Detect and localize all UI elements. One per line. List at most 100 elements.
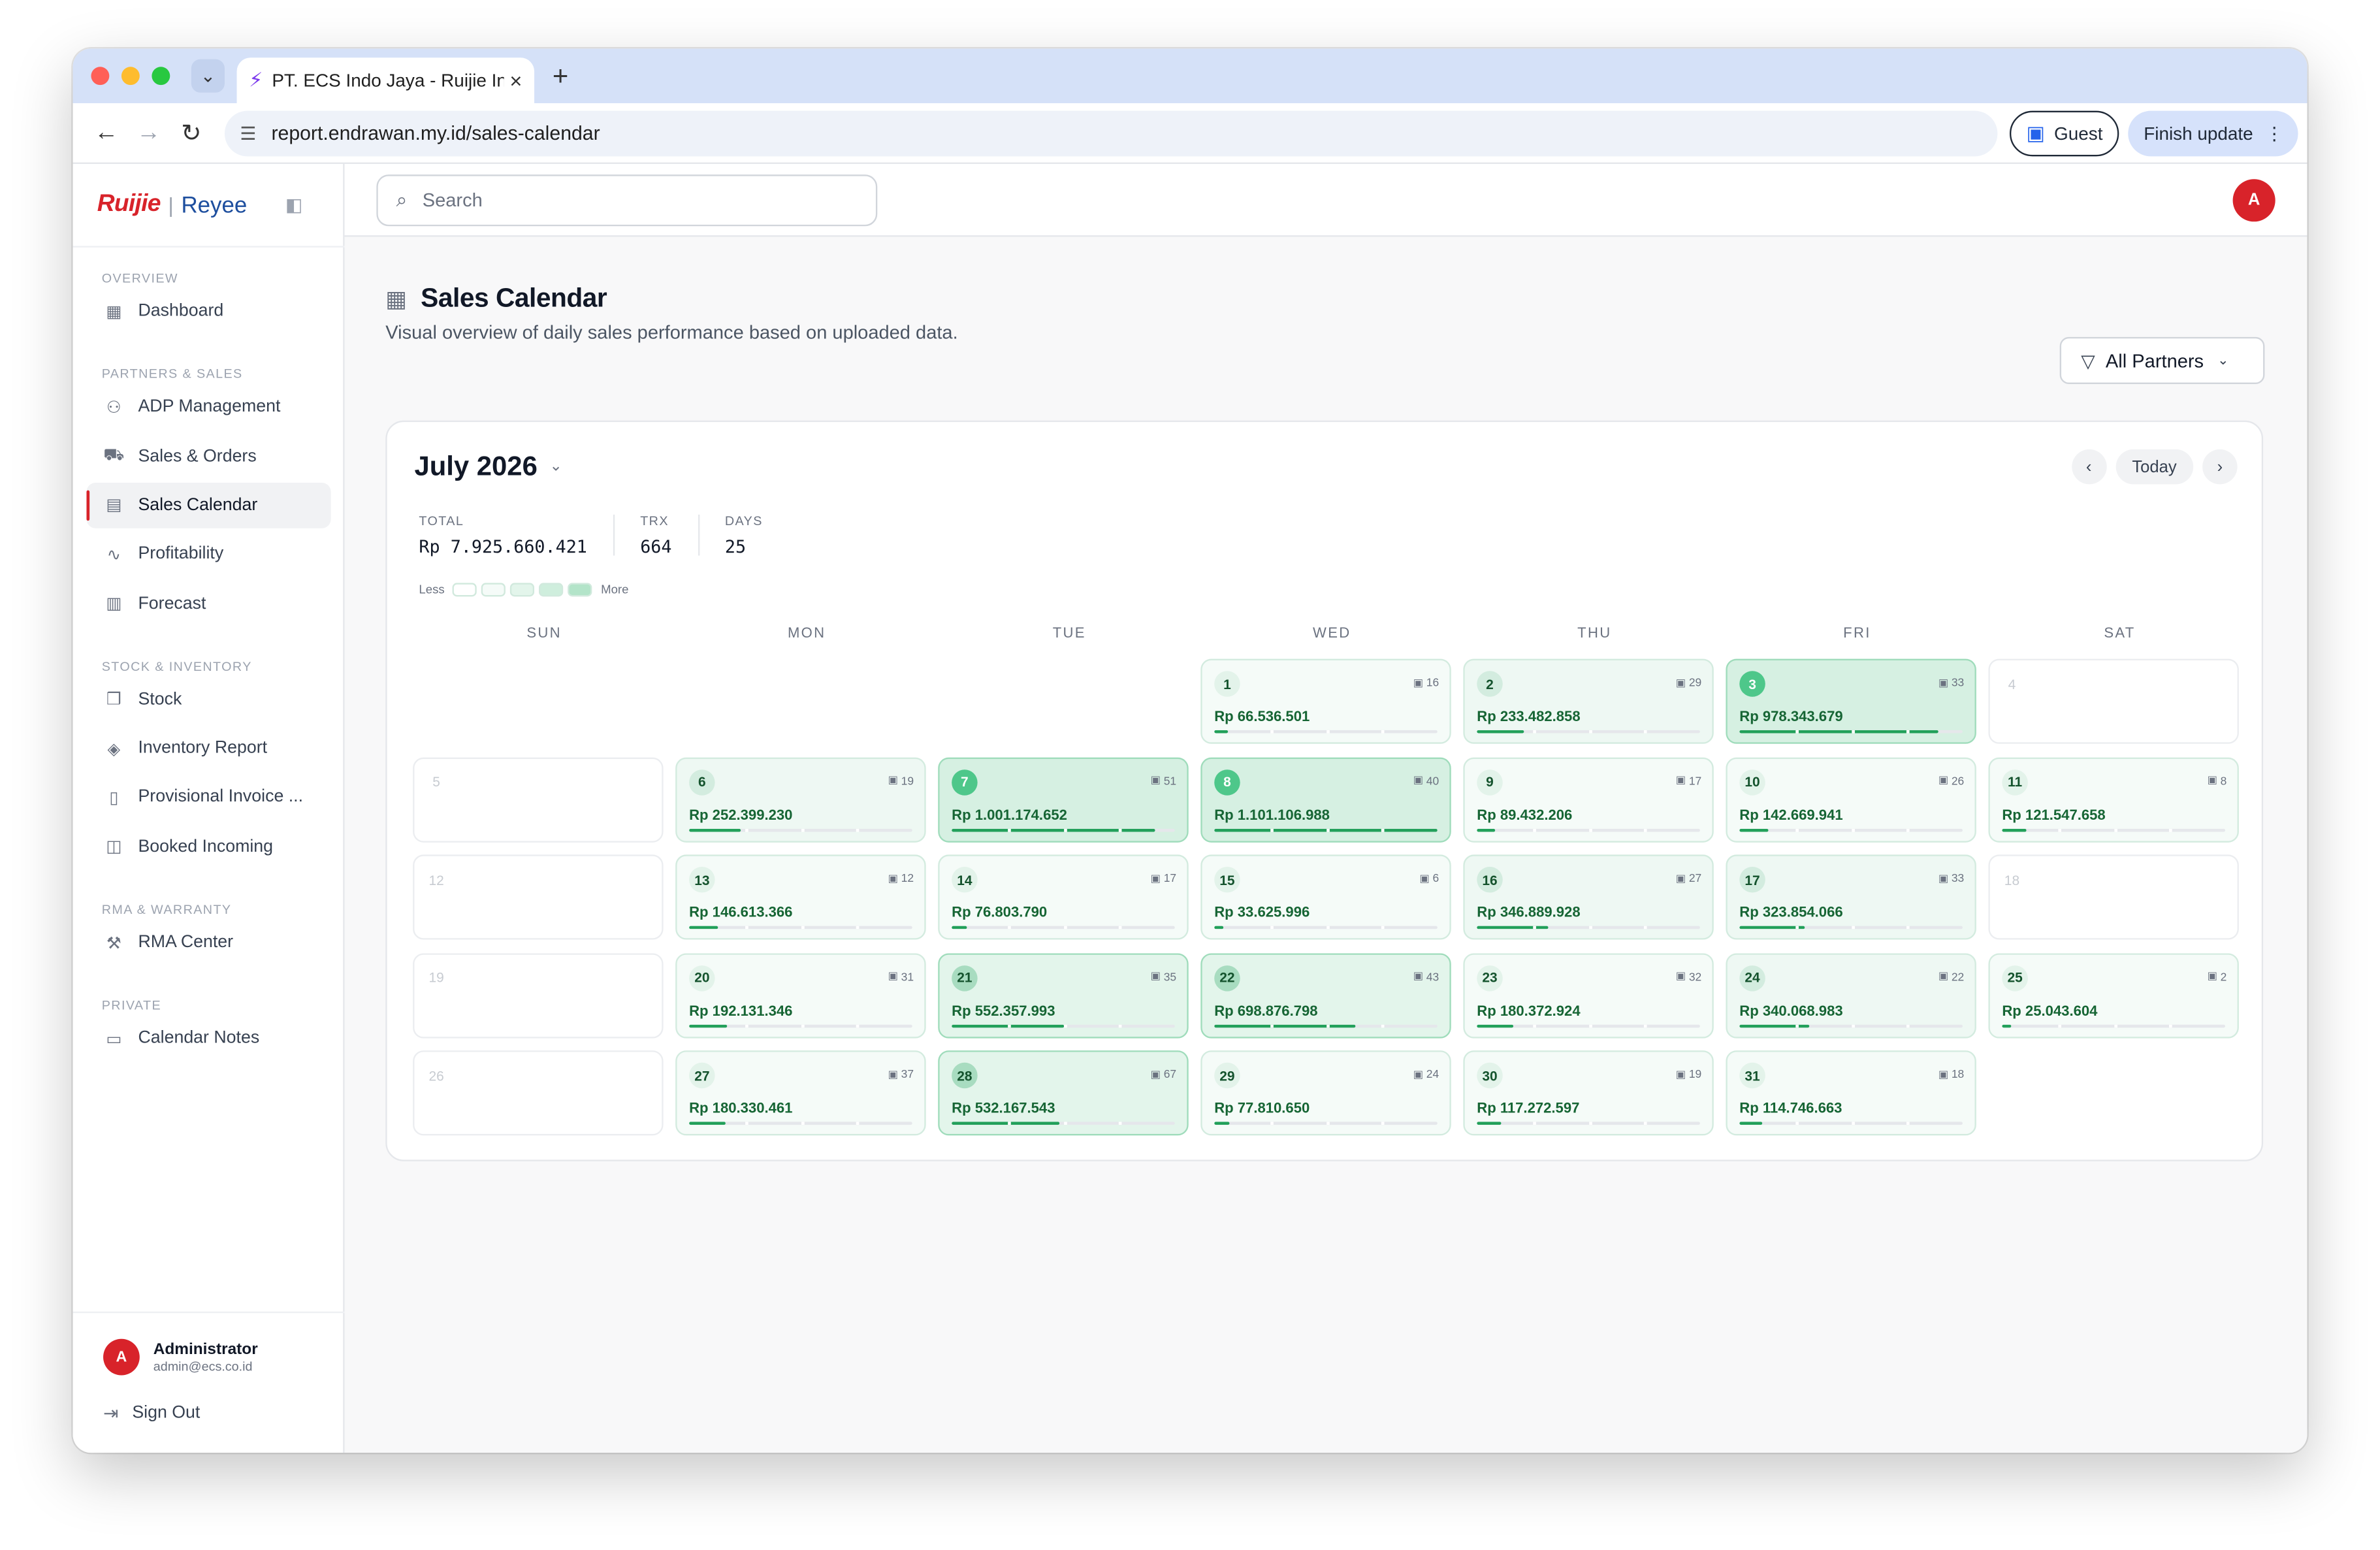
profile-button[interactable]: ▣ Guest xyxy=(2009,110,2120,156)
plus-icon: + xyxy=(552,59,569,91)
calendar-day-cell[interactable]: 11 ▣ 8 Rp 121.547.658 xyxy=(1988,756,2239,842)
site-settings-icon[interactable]: ☰ xyxy=(240,122,256,144)
sales-intensity-fill xyxy=(689,1122,725,1125)
transaction-count-value: 24 xyxy=(1426,1067,1439,1081)
sidebar-item-dashboard[interactable]: ▦ Dashboard xyxy=(86,289,330,334)
calendar-day-cell[interactable]: 31 ▣ 18 Rp 114.746.663 xyxy=(1726,1050,1976,1136)
sales-intensity-fill xyxy=(689,828,741,832)
today-button[interactable]: Today xyxy=(2115,449,2194,485)
calendar-day-cell[interactable]: 2 ▣ 29 Rp 233.482.858 xyxy=(1463,658,1714,744)
calendar-day-cell[interactable]: 13 ▣ 12 Rp 146.613.366 xyxy=(675,854,926,940)
sales-intensity-bar xyxy=(1739,828,1963,832)
tab-title: PT. ECS Indo Jaya - Ruijie Inte xyxy=(272,69,504,91)
brand-logo[interactable]: Ruijie | Reyee xyxy=(97,191,248,219)
sidebar-item-forecast[interactable]: ▥ Forecast xyxy=(86,581,330,626)
bar-segment-gap xyxy=(1851,828,1854,832)
calendar-day-cell[interactable]: 28 ▣ 67 Rp 532.167.543 xyxy=(938,1050,1189,1136)
calendar-day-cell[interactable]: 22 ▣ 43 Rp 698.876.798 xyxy=(1200,952,1451,1038)
brand-reyee: Reyee xyxy=(181,191,248,218)
calendar-day-cell[interactable]: 14 ▣ 17 Rp 76.803.790 xyxy=(938,854,1189,940)
finish-update-button[interactable]: Finish update ⋮ xyxy=(2128,110,2299,156)
maximize-window-button[interactable] xyxy=(152,67,170,86)
sidebar-item-inventory-report[interactable]: ◈ Inventory Report xyxy=(86,726,330,771)
month-selector[interactable]: July 2026 ⌄ xyxy=(414,451,562,483)
calendar-day-cell[interactable]: 12 xyxy=(413,854,664,940)
transaction-count: ▣ 17 xyxy=(1151,871,1176,885)
day-number: 13 xyxy=(689,867,715,893)
calendar-day-cell[interactable]: 23 ▣ 32 Rp 180.372.924 xyxy=(1463,952,1714,1038)
calendar-day-cell[interactable]: 24 ▣ 22 Rp 340.068.983 xyxy=(1726,952,1976,1038)
sidebar-item-rma-center[interactable]: ⚒ RMA Center xyxy=(86,920,330,965)
calendar-day-cell[interactable]: 8 ▣ 40 Rp 1.101.106.988 xyxy=(1200,756,1451,842)
calendar-day-cell[interactable]: 29 ▣ 24 Rp 77.810.650 xyxy=(1200,1050,1451,1136)
calendar-day-cell[interactable]: 5 xyxy=(413,756,664,842)
new-tab-button[interactable]: + xyxy=(553,60,568,92)
user-profile[interactable]: A Administrator admin@ecs.co.id xyxy=(103,1338,258,1376)
calendar-day-cell[interactable]: 20 ▣ 31 Rp 192.131.346 xyxy=(675,952,926,1038)
calendar-day-cell[interactable]: 10 ▣ 26 Rp 142.669.941 xyxy=(1726,756,1976,842)
calendar-day-cell[interactable]: 25 ▣ 2 Rp 25.043.604 xyxy=(1988,952,2239,1038)
calendar-day-cell[interactable]: 7 ▣ 51 Rp 1.001.174.652 xyxy=(938,756,1189,842)
calendar-day-cell[interactable]: 30 ▣ 19 Rp 117.272.597 xyxy=(1463,1050,1714,1136)
sidebar-item-provisional-invoice[interactable]: ▯ Provisional Invoice ... xyxy=(86,775,330,820)
calendar-day-cell[interactable]: 26 xyxy=(413,1050,664,1136)
close-tab-icon[interactable]: × xyxy=(509,69,522,93)
calendar-day-cell[interactable]: 21 ▣ 35 Rp 552.357.993 xyxy=(938,952,1189,1038)
bar-segment-gap xyxy=(800,926,804,929)
reload-button[interactable]: ↻ xyxy=(170,118,212,148)
sales-intensity-bar xyxy=(1477,1122,1700,1125)
next-month-button[interactable]: › xyxy=(2202,449,2238,485)
sidebar-item-stock[interactable]: ❒ Stock xyxy=(86,677,330,722)
calendar-day-cell[interactable]: 17 ▣ 33 Rp 323.854.066 xyxy=(1726,854,1976,940)
day-sales-amount: Rp 142.669.941 xyxy=(1739,807,1843,824)
sidebar-item-sales-calendar[interactable]: ▤ Sales Calendar xyxy=(86,482,331,528)
sales-intensity-bar xyxy=(1477,730,1700,734)
sign-out-button[interactable]: ⇥ Sign Out xyxy=(103,1402,200,1424)
back-button[interactable]: ← xyxy=(85,119,127,146)
receipt-icon: ▣ xyxy=(1413,1069,1424,1080)
day-sales-amount: Rp 180.372.924 xyxy=(1477,1003,1581,1020)
calendar-day-cell[interactable]: 9 ▣ 17 Rp 89.432.206 xyxy=(1463,756,1714,842)
receipt-icon: ▣ xyxy=(2207,775,2217,786)
calendar-day-cell[interactable]: 15 ▣ 6 Rp 33.625.996 xyxy=(1200,854,1451,940)
browser-tab[interactable]: ⚡ PT. ECS Indo Jaya - Ruijie Inte × xyxy=(236,57,535,104)
calendar-day-cell[interactable]: 18 xyxy=(1988,854,2239,940)
bar-segment-gap xyxy=(1906,1122,1910,1125)
sidebar-item-booked-incoming[interactable]: ◫ Booked Incoming xyxy=(86,824,330,869)
minimize-window-button[interactable] xyxy=(121,67,140,86)
sidebar-item-profitability[interactable]: ∿ Profitability xyxy=(86,532,330,577)
avatar[interactable]: A xyxy=(2232,179,2275,222)
transaction-count: ▣ 35 xyxy=(1151,969,1176,983)
day-sales-amount: Rp 323.854.066 xyxy=(1739,905,1843,922)
search-input[interactable] xyxy=(422,189,848,212)
sidebar-item-adp-management[interactable]: ⚇ ADP Management xyxy=(86,385,330,430)
sales-intensity-fill xyxy=(1477,730,1524,734)
tab-search-button[interactable]: ⌄ xyxy=(191,59,225,93)
weekday-label: TUE xyxy=(1052,625,1086,643)
legend-swatch xyxy=(567,583,592,597)
calendar-day-cell[interactable]: 27 ▣ 37 Rp 180.330.461 xyxy=(675,1050,926,1136)
previous-month-button[interactable]: ‹ xyxy=(2071,449,2106,485)
collapse-sidebar-icon[interactable]: ◧ xyxy=(285,194,302,216)
calendar-day-cell[interactable]: 19 xyxy=(413,952,664,1038)
sidebar-item-calendar-notes[interactable]: ▭ Calendar Notes xyxy=(86,1016,330,1061)
day-number: 21 xyxy=(952,964,978,991)
search-box[interactable]: ⌕ xyxy=(376,174,878,227)
calendar-day-cell[interactable]: 6 ▣ 19 Rp 252.399.230 xyxy=(675,756,926,842)
lightning-icon: ⚡ xyxy=(249,68,263,91)
bar-segment-gap xyxy=(1270,828,1274,832)
forward-button[interactable]: → xyxy=(127,119,170,146)
wrench-icon: ⚒ xyxy=(106,934,121,953)
day-sales-amount: Rp 114.746.663 xyxy=(1739,1100,1842,1118)
calendar-day-cell[interactable]: 16 ▣ 27 Rp 346.889.928 xyxy=(1463,854,1714,940)
sidebar-item-sales-orders[interactable]: ⛟ Sales & Orders xyxy=(86,434,330,479)
calendar-day-cell[interactable]: 4 xyxy=(1988,658,2239,744)
calendar-day-cell[interactable]: 1 ▣ 16 Rp 66.536.501 xyxy=(1200,658,1451,744)
close-window-button[interactable] xyxy=(91,67,110,86)
partner-filter-dropdown[interactable]: ▽ All Partners ⌄ xyxy=(2059,336,2265,384)
bar-segment-gap xyxy=(2114,1024,2117,1027)
address-bar[interactable]: ☰ report.endrawan.my.id/sales-calendar xyxy=(224,110,1998,156)
calendar-day-cell[interactable]: 3 ▣ 33 Rp 978.343.679 xyxy=(1726,658,1976,744)
browser-toolbar: ← → ↻ ☰ report.endrawan.my.id/sales-cale… xyxy=(72,103,2308,164)
sales-intensity-bar xyxy=(2002,828,2225,832)
